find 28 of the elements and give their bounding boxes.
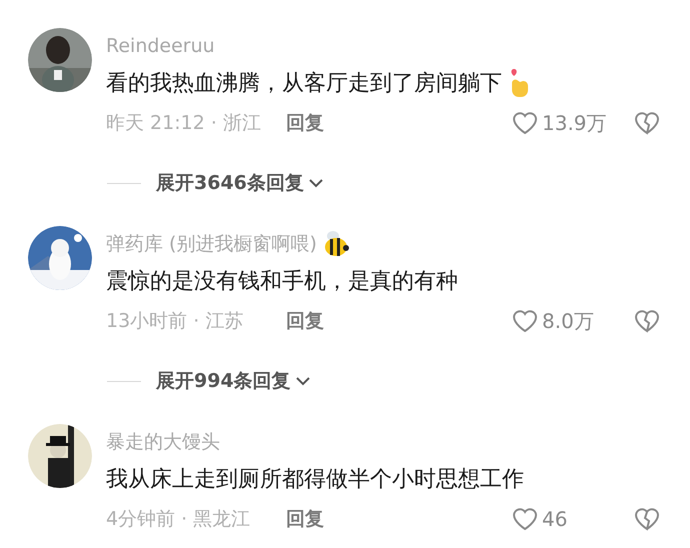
broken-heart-icon	[634, 111, 660, 135]
chevron-down-icon	[294, 375, 311, 387]
username[interactable]: Reindeeruu	[106, 32, 215, 60]
heart-icon	[512, 111, 538, 135]
like-button[interactable]: 46	[512, 504, 622, 534]
username[interactable]: 弹药库 (别进我橱窗啊喂)	[106, 230, 317, 258]
dislike-button[interactable]	[634, 111, 660, 135]
broken-heart-icon	[634, 309, 660, 333]
reply-button[interactable]: 回复	[286, 108, 324, 138]
expand-replies-button[interactable]: 展开3646条回复	[156, 168, 324, 198]
username[interactable]: 暴走的大馒头	[106, 428, 220, 456]
heart-icon	[512, 309, 538, 333]
reply-button[interactable]: 回复	[286, 306, 324, 336]
comment-text: 震惊的是没有钱和手机，是真的有种	[106, 268, 458, 296]
chevron-down-icon	[308, 177, 324, 189]
broken-heart-icon	[634, 507, 660, 531]
timestamp-location: 昨天 21:12 · 浙江	[106, 110, 262, 136]
timestamp-location: 13小时前 · 江苏	[106, 308, 244, 334]
heart-icon	[512, 507, 538, 531]
comment-text: 看的我热血沸腾，从客厅走到了房间躺下	[106, 70, 502, 98]
comment-text: 我从床上走到厕所都得做半个小时思想工作	[106, 466, 524, 494]
dislike-button[interactable]	[634, 507, 660, 531]
dislike-button[interactable]	[634, 309, 660, 333]
reply-button[interactable]: 回复	[286, 504, 324, 534]
timestamp-location: 4分钟前 · 黑龙江	[106, 506, 252, 532]
expand-replies-button[interactable]: 展开994条回复	[156, 366, 311, 396]
like-button[interactable]: 13.9万	[512, 108, 622, 138]
like-button[interactable]: 8.0万	[512, 306, 622, 336]
